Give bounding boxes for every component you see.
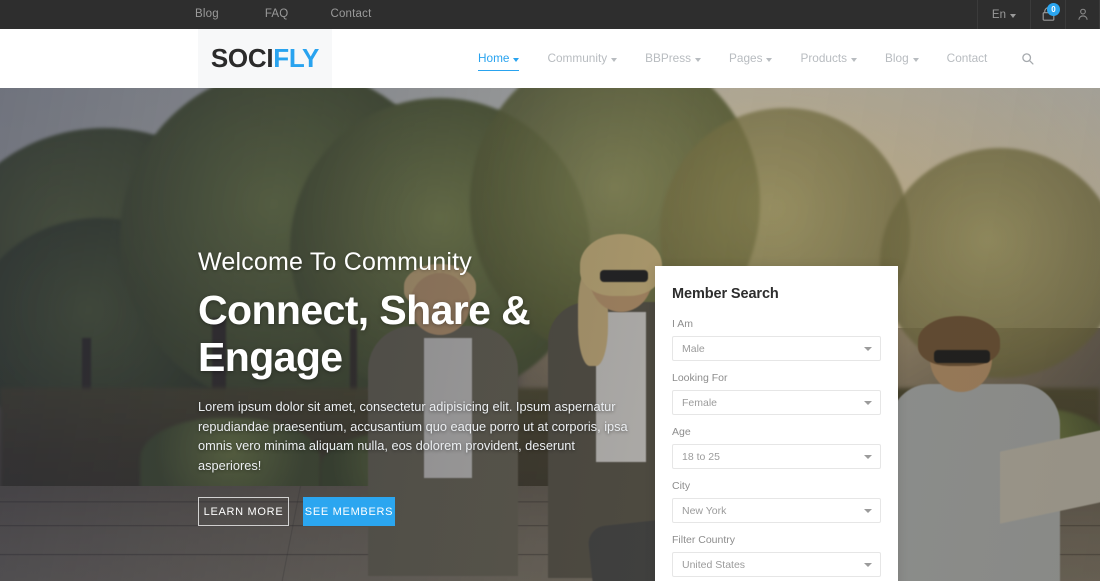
member-search-title: Member Search bbox=[672, 286, 779, 302]
select-value-city: New York bbox=[682, 504, 727, 517]
field-city: City New York bbox=[672, 480, 881, 523]
nav-label-community: Community bbox=[547, 51, 608, 65]
chevron-down-icon bbox=[864, 562, 872, 567]
chevron-down-icon bbox=[864, 400, 872, 405]
nav-label-bbpress: BBPress bbox=[645, 51, 692, 65]
nav-item-blog[interactable]: Blog bbox=[871, 29, 933, 88]
member-search-panel: Member Search I Am Male Looking For Fema… bbox=[655, 266, 898, 581]
learn-more-button[interactable]: LEARN MORE bbox=[198, 497, 289, 526]
nav-label-home: Home bbox=[478, 51, 510, 65]
page-root: Blog FAQ Contact En 0 SOCIFLY Home Commu… bbox=[0, 0, 1100, 581]
search-icon bbox=[1022, 53, 1034, 65]
language-selector[interactable]: En bbox=[976, 0, 1030, 29]
label-city: City bbox=[672, 480, 691, 492]
hero-title: Connect, Share & Engage bbox=[198, 287, 531, 380]
logo-accent-text: FLY bbox=[273, 43, 320, 73]
field-age: Age 18 to 25 bbox=[672, 426, 881, 469]
select-i-am[interactable]: Male bbox=[672, 336, 881, 361]
select-value-filter-country: United States bbox=[682, 558, 746, 571]
select-city[interactable]: New York bbox=[672, 498, 881, 523]
top-utility-bar: Blog FAQ Contact En 0 bbox=[0, 0, 1100, 29]
select-value-i-am: Male bbox=[682, 342, 705, 355]
chevron-down-icon bbox=[766, 57, 773, 62]
field-looking-for: Looking For Female bbox=[672, 372, 881, 415]
nav-search-button[interactable] bbox=[1001, 52, 1044, 65]
chevron-down-icon bbox=[611, 57, 618, 62]
hero-cta-group: LEARN MORE SEE MEMBERS bbox=[198, 497, 638, 526]
label-filter-country: Filter Country bbox=[672, 534, 736, 546]
label-i-am: I Am bbox=[672, 318, 694, 330]
chevron-down-icon bbox=[513, 57, 520, 62]
chevron-down-icon bbox=[864, 508, 872, 513]
cart-button[interactable]: 0 bbox=[1030, 0, 1065, 29]
label-age: Age bbox=[672, 426, 691, 438]
nav-item-home[interactable]: Home bbox=[478, 29, 533, 88]
chevron-down-icon bbox=[851, 57, 858, 62]
see-members-button[interactable]: SEE MEMBERS bbox=[303, 497, 395, 526]
account-button[interactable] bbox=[1065, 0, 1100, 29]
nav-label-products: Products bbox=[800, 51, 848, 65]
nav-item-products[interactable]: Products bbox=[786, 29, 871, 88]
language-label: En bbox=[991, 8, 1006, 21]
chevron-down-icon bbox=[912, 57, 919, 62]
select-age[interactable]: 18 to 25 bbox=[672, 444, 881, 469]
topbar-links: Blog FAQ Contact bbox=[195, 0, 392, 29]
cart-count-badge: 0 bbox=[1047, 3, 1060, 16]
logo-primary-text: SOCI bbox=[210, 43, 274, 73]
field-i-am: I Am Male bbox=[672, 318, 881, 361]
topbar-actions: En 0 bbox=[976, 0, 1100, 29]
nav-item-contact[interactable]: Contact bbox=[933, 29, 1002, 88]
site-header: SOCIFLY Home Community BBPress Pages Pro… bbox=[0, 29, 1100, 88]
topbar-link-blog[interactable]: Blog bbox=[195, 0, 244, 29]
topbar-link-faq[interactable]: FAQ bbox=[244, 0, 310, 29]
chevron-down-icon bbox=[864, 346, 872, 351]
user-account-icon bbox=[1077, 8, 1088, 20]
chevron-down-icon bbox=[695, 57, 702, 62]
nav-label-blog: Blog bbox=[885, 51, 909, 65]
nav-item-community[interactable]: Community bbox=[533, 29, 631, 88]
chevron-down-icon bbox=[864, 454, 872, 459]
hero-paragraph: Lorem ipsum dolor sit amet, consectetur … bbox=[198, 399, 628, 473]
hero-banner: Welcome To Community Connect, Share & En… bbox=[0, 88, 1100, 581]
nav-item-pages[interactable]: Pages bbox=[715, 29, 786, 88]
main-navigation: Home Community BBPress Pages Products Bl… bbox=[478, 29, 1044, 88]
logo[interactable]: SOCIFLY bbox=[198, 29, 332, 88]
chevron-down-icon bbox=[1010, 13, 1016, 18]
logo-text: SOCIFLY bbox=[210, 43, 320, 74]
hero-content: Welcome To Community Connect, Share & En… bbox=[198, 248, 638, 526]
select-looking-for[interactable]: Female bbox=[672, 390, 881, 415]
select-value-looking-for: Female bbox=[682, 396, 718, 409]
field-filter-country: Filter Country United States bbox=[672, 534, 881, 577]
topbar-link-contact[interactable]: Contact bbox=[309, 0, 392, 29]
label-looking-for: Looking For bbox=[672, 372, 728, 384]
nav-item-bbpress[interactable]: BBPress bbox=[631, 29, 715, 88]
nav-label-contact: Contact bbox=[946, 51, 988, 65]
select-filter-country[interactable]: United States bbox=[672, 552, 881, 577]
nav-label-pages: Pages bbox=[729, 51, 763, 65]
hero-subtitle: Welcome To Community bbox=[198, 248, 472, 276]
select-value-age: 18 to 25 bbox=[682, 450, 720, 463]
